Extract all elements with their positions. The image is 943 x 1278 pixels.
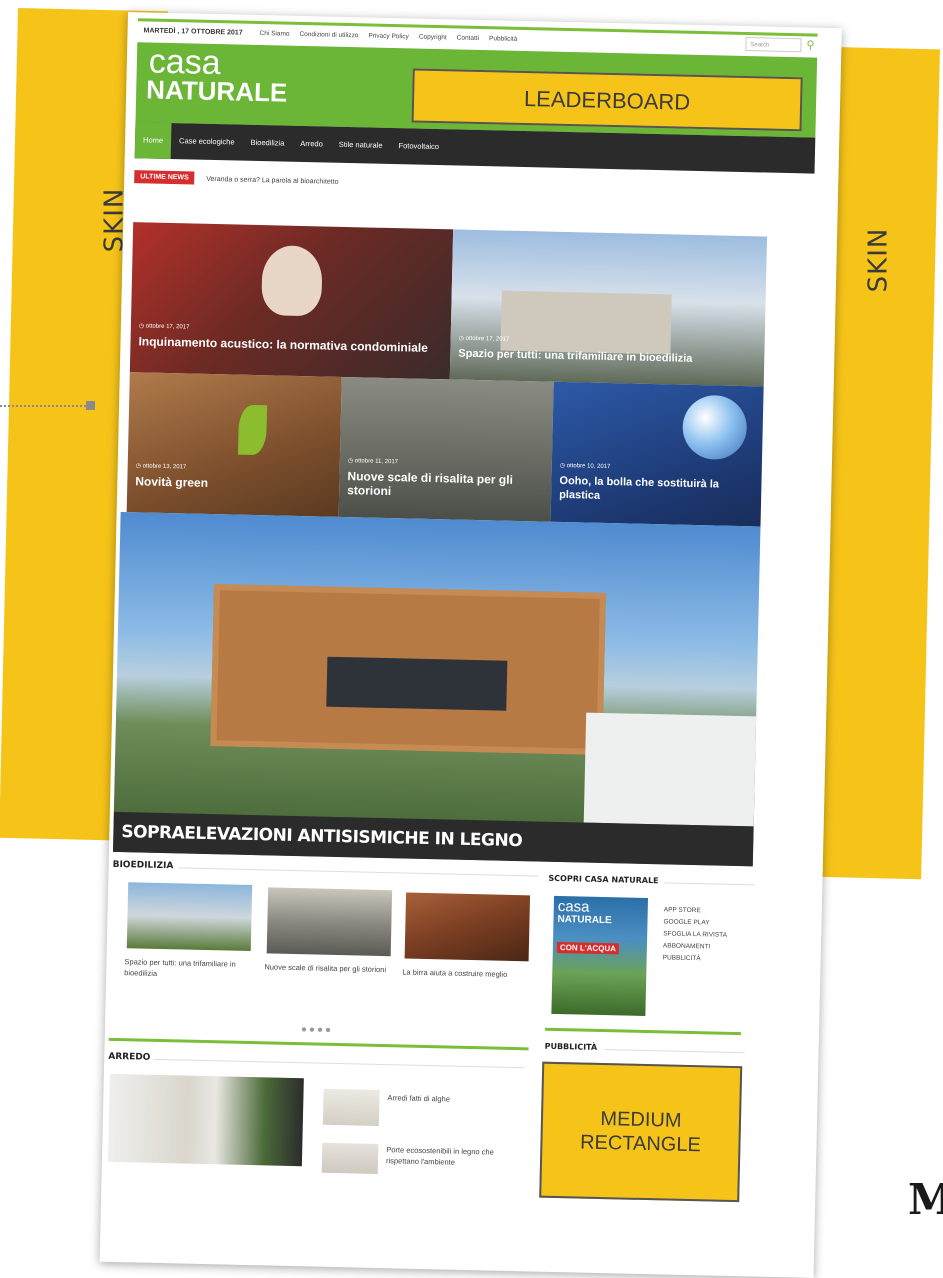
magazine-cover[interactable]: casa NATURALE CON L'ACQUA [551,895,649,1016]
top-link-condizioni[interactable]: Condizioni di utilizzo [299,31,358,39]
sidebar-green-divider [544,1027,742,1036]
top-link-pubblicita[interactable]: Pubblicità [489,35,517,43]
nav-home[interactable]: Home [134,122,172,160]
search-input[interactable]: Search [745,37,802,53]
tile-title: Inquinamento acustico: la normativa cond… [138,334,429,355]
nav-arredo[interactable]: Arredo [292,126,331,163]
arredo-item[interactable]: Porte ecosostenibili in legno che rispet… [386,1144,526,1169]
tile-date: ◷ ottobre 17, 2017 [138,323,190,331]
section-divider [178,867,539,877]
card-text[interactable]: La birra aiuta a costruire meglio [402,966,526,980]
arredo-main-image[interactable] [107,1073,304,1167]
pointer-square-icon [86,401,95,410]
top-link-copyright[interactable]: Copyright [419,34,447,42]
card-text[interactable]: Nuove scale di risalita per gli storioni [264,961,392,975]
medium-rect-line2: RECTANGLE [579,1131,702,1157]
section-title-scopri: SCOPRI CASA NATURALE [548,873,659,886]
skin-label-right: SKIN [863,227,894,293]
nav-stile-naturale[interactable]: Stile naturale [330,127,391,164]
medium-rectangle-ad[interactable]: MEDIUM RECTANGLE [539,1061,743,1203]
tile-date: ◷ ottobre 10, 2017 [559,462,611,471]
top-link-chi-siamo[interactable]: Chi Siamo [259,30,289,38]
card-image-birra[interactable] [404,892,531,962]
hero-feature[interactable]: SOPRAELEVAZIONI ANTISISMICHE IN LEGNO [112,511,761,867]
ticker-tag: ULTIME NEWS [134,170,195,185]
tile-title: Ooho, la bolla che sostituirà la plastic… [559,474,720,502]
cover-logo-naturale: NATURALE [557,913,612,927]
hero-title: SOPRAELEVAZIONI ANTISISMICHE IN LEGNO [121,822,523,852]
section-divider [154,1058,525,1069]
tile-title: Nuove scale di risalita per gli storioni [347,469,514,499]
card-text[interactable]: Spazio per tutti: una trifamiliare in bi… [124,956,252,981]
tile-photo-woman [261,245,323,317]
section-title-arredo: ARREDO [108,1051,151,1063]
search-icon[interactable]: ⚲ [803,38,817,52]
cover-headline: CON L'ACQUA [556,941,620,955]
tile-date: ◷ ottobre 17, 2017 [458,335,510,343]
nav-case-ecologiche[interactable]: Case ecologiche [171,123,243,161]
tile-date: ◷ ottobre 11, 2017 [347,458,399,466]
arredo-thumb-porte[interactable] [321,1142,379,1174]
hero-photo-glass [326,656,508,711]
card-image-storioni[interactable] [266,887,393,957]
top-date: MARTEDÌ , 17 OTTOBRE 2017 [143,27,243,37]
tile-date: ◷ ottobre 13, 2017 [135,463,187,471]
link-pubblicita[interactable]: PUBBLICITÀ [663,952,727,965]
news-ticker: ULTIME NEWS Veranda o serra? La parola a… [134,168,814,205]
pointer-dotted-line [0,405,86,407]
corner-logo: M [908,1175,943,1224]
arredo-item[interactable]: Arredi fatti di alghe [387,1092,527,1106]
logo-naturale[interactable]: NATURALE [146,74,288,108]
leaderboard-ad[interactable]: LEADERBOARD [411,68,803,132]
cover-logo-casa: casa [557,897,590,916]
section-title-pubblicita: PUBBLICITÀ [544,1041,598,1052]
card-image-trifamiliare[interactable] [126,882,253,952]
tile-spazio[interactable]: ◷ ottobre 17, 2017 Spazio per tutti: una… [449,229,768,387]
top-link-contatti[interactable]: Contatti [457,34,480,42]
section-divider [664,882,755,886]
nav-fotovoltaico[interactable]: Fotovoltaico [390,128,447,165]
website-mockup: MARTEDÌ , 17 OTTOBRE 2017 Chi Siamo Cond… [99,12,842,1278]
top-link-privacy[interactable]: Privacy Policy [368,32,409,40]
tile-title: Spazio per tutti: una trifamiliare in bi… [458,347,693,365]
carousel-dots[interactable]: ●●●● [301,1024,333,1036]
tile-title: Novità green [135,474,209,490]
arredo-thumb-alghe[interactable] [322,1088,380,1126]
tile-scale-risalita[interactable]: ◷ ottobre 11, 2017 Nuove scale di risali… [338,376,554,522]
section-title-bioedilizia: BIOEDILIZIA [112,859,174,872]
site-header: casa NATURALE LEADERBOARD [135,42,818,138]
tile-novita-green[interactable]: ◷ ottobre 13, 2017 Novità green [126,372,342,517]
section-divider [604,1049,745,1054]
top-nav: Chi Siamo Condizioni di utilizzo Privacy… [259,30,517,43]
nav-bioedilizia[interactable]: Bioedilizia [242,125,293,162]
ticker-text[interactable]: Veranda o serra? La parola al bioarchite… [206,176,338,186]
tile-photo-sprout [237,404,268,456]
tile-photo-house [500,290,672,355]
section-green-divider [108,1037,529,1051]
hero-photo-white-wall [583,712,757,827]
scopri-links: APP STORE GOOGLE PLAY SFOGLIA LA RIVISTA… [663,904,728,965]
tile-ooho[interactable]: ◷ ottobre 10, 2017 Ooho, la bolla che so… [550,381,764,527]
tile-inquinamento[interactable]: ◷ ottobre 17, 2017 Inquinamento acustico… [129,222,454,380]
tile-photo-bubble [682,394,748,461]
